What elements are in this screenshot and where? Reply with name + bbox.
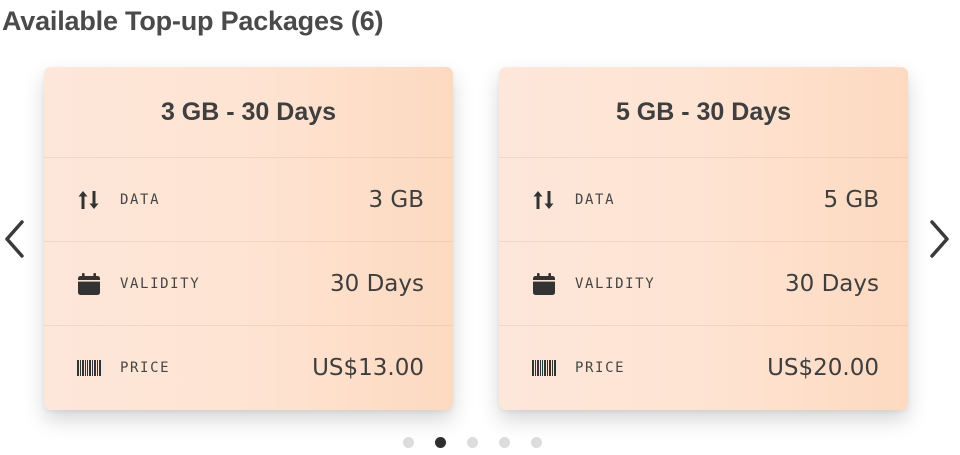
chevron-left-icon (5, 220, 24, 258)
row-label: DATA (120, 191, 161, 208)
row-label: VALIDITY (120, 275, 201, 292)
row-label: PRICE (575, 360, 626, 376)
package-card[interactable]: 5 GB - 30 Days DATA 5 GB VALIDITY 30 Day… (499, 67, 908, 410)
carousel-dot[interactable] (531, 437, 542, 448)
carousel-pagination (403, 437, 542, 448)
package-title: 3 GB - 30 Days (44, 67, 453, 158)
carousel-dot[interactable] (403, 437, 414, 448)
row-label: PRICE (120, 360, 171, 376)
row-value: 5 GB (823, 186, 879, 213)
data-transfer-icon (532, 187, 558, 213)
calendar-icon (77, 271, 103, 297)
carousel-dot[interactable] (435, 437, 446, 448)
package-row-data: DATA 5 GB (499, 158, 908, 242)
package-row-data: DATA 3 GB (44, 158, 453, 242)
carousel-prev-button[interactable] (0, 216, 30, 262)
row-value: US$13.00 (312, 355, 424, 381)
carousel-next-button[interactable] (924, 216, 954, 262)
topup-packages-section: Available Top-up Packages (6) 3 GB - 30 … (0, 0, 960, 455)
package-row-validity: VALIDITY 30 Days (44, 242, 453, 326)
package-row-price: PRICE US$20.00 (499, 326, 908, 410)
data-transfer-icon (77, 187, 103, 213)
row-label: VALIDITY (575, 275, 656, 292)
barcode-icon (532, 355, 558, 381)
package-title: 5 GB - 30 Days (499, 67, 908, 158)
carousel-dot[interactable] (499, 437, 510, 448)
carousel-dot[interactable] (467, 437, 478, 448)
row-value: 3 GB (368, 186, 424, 213)
calendar-icon (532, 271, 558, 297)
chevron-right-icon (930, 220, 949, 258)
package-row-price: PRICE US$13.00 (44, 326, 453, 410)
barcode-icon (77, 355, 103, 381)
package-row-validity: VALIDITY 30 Days (499, 242, 908, 326)
package-card[interactable]: 3 GB - 30 Days DATA 3 GB VALIDITY 30 Day… (44, 67, 453, 410)
row-value: US$20.00 (767, 355, 879, 381)
section-title: Available Top-up Packages (6) (2, 6, 384, 36)
row-value: 30 Days (785, 270, 879, 297)
row-value: 30 Days (330, 270, 424, 297)
row-label: DATA (575, 191, 616, 208)
